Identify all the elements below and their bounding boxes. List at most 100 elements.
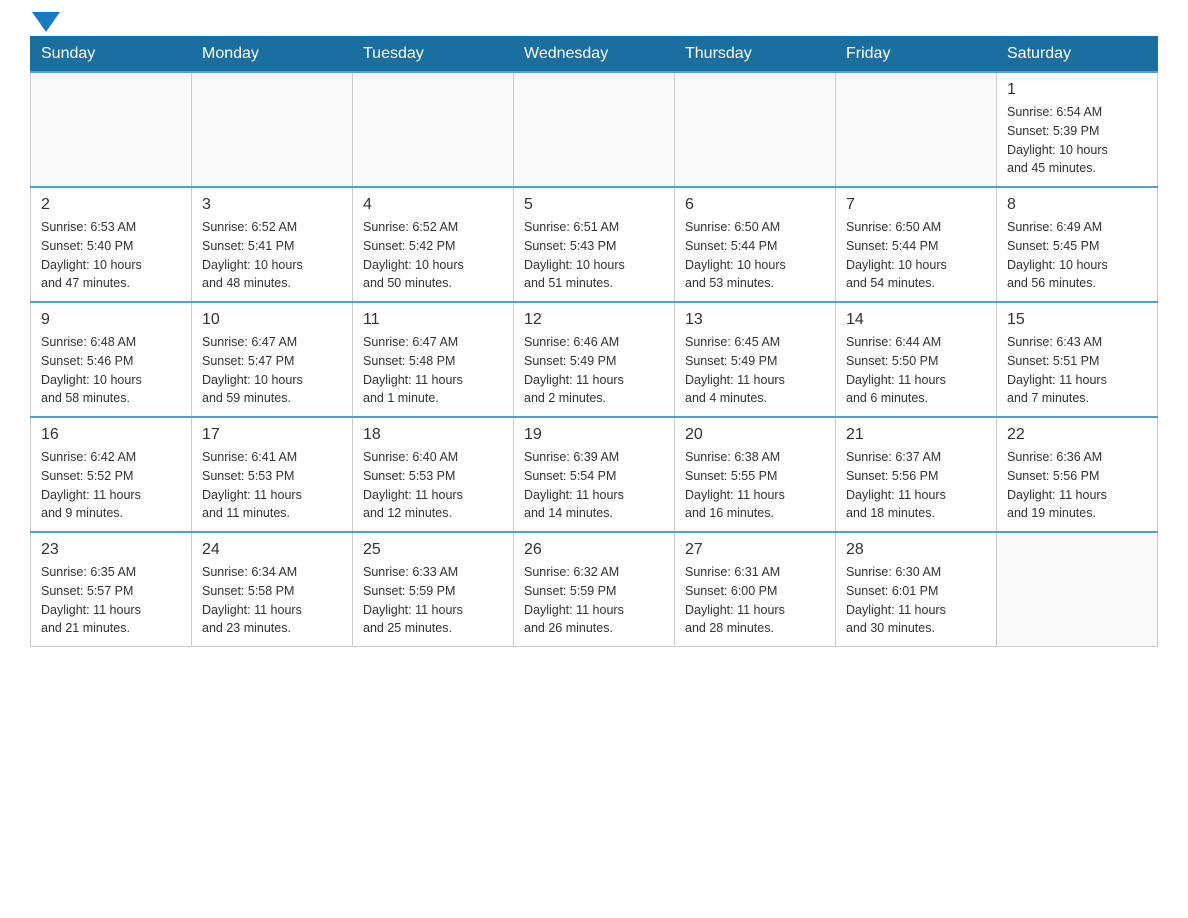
day-info: Sunrise: 6:50 AMSunset: 5:44 PMDaylight:… <box>846 218 986 293</box>
calendar-cell <box>836 72 997 187</box>
day-info: Sunrise: 6:51 AMSunset: 5:43 PMDaylight:… <box>524 218 664 293</box>
day-info: Sunrise: 6:38 AMSunset: 5:55 PMDaylight:… <box>685 448 825 523</box>
day-number: 13 <box>685 311 825 329</box>
calendar-cell: 14 Sunrise: 6:44 AMSunset: 5:50 PMDayligh… <box>836 302 997 417</box>
day-info: Sunrise: 6:54 AMSunset: 5:39 PMDaylight:… <box>1007 103 1147 178</box>
calendar-cell: 25 Sunrise: 6:33 AMSunset: 5:59 PMDayligh… <box>353 532 514 647</box>
day-number: 10 <box>202 311 342 329</box>
calendar-cell: 23 Sunrise: 6:35 AMSunset: 5:57 PMDayligh… <box>31 532 192 647</box>
day-number: 7 <box>846 196 986 214</box>
calendar-cell <box>675 72 836 187</box>
day-info: Sunrise: 6:30 AMSunset: 6:01 PMDaylight:… <box>846 563 986 638</box>
day-info: Sunrise: 6:41 AMSunset: 5:53 PMDaylight:… <box>202 448 342 523</box>
calendar-cell: 21Sunrise: 6:37 AMSunset: 5:56 PMDayligh… <box>836 417 997 532</box>
day-info: Sunrise: 6:46 AMSunset: 5:49 PMDaylight:… <box>524 333 664 408</box>
calendar-table: SundayMondayTuesdayWednesdayThursdayFrid… <box>30 36 1158 647</box>
day-number: 14 <box>846 311 986 329</box>
calendar-cell <box>31 72 192 187</box>
calendar-cell: 10 Sunrise: 6:47 AMSunset: 5:47 PMDayligh… <box>192 302 353 417</box>
day-info: Sunrise: 6:47 AMSunset: 5:47 PMDaylight:… <box>202 333 342 408</box>
day-number: 28 <box>846 541 986 559</box>
calendar-cell: 9 Sunrise: 6:48 AMSunset: 5:46 PMDaylight… <box>31 302 192 417</box>
day-info: Sunrise: 6:44 AMSunset: 5:50 PMDaylight:… <box>846 333 986 408</box>
calendar-cell: 1 Sunrise: 6:54 AMSunset: 5:39 PMDaylight… <box>997 72 1158 187</box>
calendar-cell: 22 Sunrise: 6:36 AMSunset: 5:56 PMDayligh… <box>997 417 1158 532</box>
logo <box>30 20 60 26</box>
calendar-cell: 18 Sunrise: 6:40 AMSunset: 5:53 PMDayligh… <box>353 417 514 532</box>
calendar-cell: 24 Sunrise: 6:34 AMSunset: 5:58 PMDayligh… <box>192 532 353 647</box>
calendar-cell <box>514 72 675 187</box>
calendar-cell: 27Sunrise: 6:31 AMSunset: 6:00 PMDayligh… <box>675 532 836 647</box>
day-number: 12 <box>524 311 664 329</box>
logo-triangle-icon <box>32 12 60 32</box>
day-number: 2 <box>41 196 181 214</box>
day-info: Sunrise: 6:40 AMSunset: 5:53 PMDaylight:… <box>363 448 503 523</box>
weekday-header-thursday: Thursday <box>675 37 836 73</box>
weekday-header-friday: Friday <box>836 37 997 73</box>
calendar-week-row: 23 Sunrise: 6:35 AMSunset: 5:57 PMDayligh… <box>31 532 1158 647</box>
day-info: Sunrise: 6:36 AMSunset: 5:56 PMDaylight:… <box>1007 448 1147 523</box>
day-number: 18 <box>363 426 503 444</box>
calendar-cell: 11Sunrise: 6:47 AMSunset: 5:48 PMDayligh… <box>353 302 514 417</box>
day-info: Sunrise: 6:52 AMSunset: 5:42 PMDaylight:… <box>363 218 503 293</box>
day-info: Sunrise: 6:43 AMSunset: 5:51 PMDaylight:… <box>1007 333 1147 408</box>
day-number: 26 <box>524 541 664 559</box>
weekday-header-wednesday: Wednesday <box>514 37 675 73</box>
day-info: Sunrise: 6:53 AMSunset: 5:40 PMDaylight:… <box>41 218 181 293</box>
day-number: 3 <box>202 196 342 214</box>
day-info: Sunrise: 6:52 AMSunset: 5:41 PMDaylight:… <box>202 218 342 293</box>
day-info: Sunrise: 6:32 AMSunset: 5:59 PMDaylight:… <box>524 563 664 638</box>
calendar-cell: 4 Sunrise: 6:52 AMSunset: 5:42 PMDaylight… <box>353 187 514 302</box>
day-number: 23 <box>41 541 181 559</box>
calendar-week-row: 2 Sunrise: 6:53 AMSunset: 5:40 PMDaylight… <box>31 187 1158 302</box>
calendar-cell: 12 Sunrise: 6:46 AMSunset: 5:49 PMDayligh… <box>514 302 675 417</box>
calendar-cell: 28 Sunrise: 6:30 AMSunset: 6:01 PMDayligh… <box>836 532 997 647</box>
day-info: Sunrise: 6:45 AMSunset: 5:49 PMDaylight:… <box>685 333 825 408</box>
day-number: 9 <box>41 311 181 329</box>
day-info: Sunrise: 6:47 AMSunset: 5:48 PMDaylight:… <box>363 333 503 408</box>
calendar-week-row: 9 Sunrise: 6:48 AMSunset: 5:46 PMDaylight… <box>31 302 1158 417</box>
weekday-header-row: SundayMondayTuesdayWednesdayThursdayFrid… <box>31 37 1158 73</box>
calendar-cell: 17 Sunrise: 6:41 AMSunset: 5:53 PMDayligh… <box>192 417 353 532</box>
weekday-header-sunday: Sunday <box>31 37 192 73</box>
calendar-cell: 16Sunrise: 6:42 AMSunset: 5:52 PMDayligh… <box>31 417 192 532</box>
day-number: 6 <box>685 196 825 214</box>
weekday-header-tuesday: Tuesday <box>353 37 514 73</box>
day-info: Sunrise: 6:39 AMSunset: 5:54 PMDaylight:… <box>524 448 664 523</box>
calendar-cell <box>192 72 353 187</box>
calendar-cell: 19 Sunrise: 6:39 AMSunset: 5:54 PMDayligh… <box>514 417 675 532</box>
day-number: 19 <box>524 426 664 444</box>
day-info: Sunrise: 6:34 AMSunset: 5:58 PMDaylight:… <box>202 563 342 638</box>
day-info: Sunrise: 6:35 AMSunset: 5:57 PMDaylight:… <box>41 563 181 638</box>
calendar-cell: 26 Sunrise: 6:32 AMSunset: 5:59 PMDayligh… <box>514 532 675 647</box>
calendar-cell <box>353 72 514 187</box>
calendar-cell: 7 Sunrise: 6:50 AMSunset: 5:44 PMDaylight… <box>836 187 997 302</box>
calendar-cell: 3 Sunrise: 6:52 AMSunset: 5:41 PMDaylight… <box>192 187 353 302</box>
calendar-cell: 20 Sunrise: 6:38 AMSunset: 5:55 PMDayligh… <box>675 417 836 532</box>
day-info: Sunrise: 6:42 AMSunset: 5:52 PMDaylight:… <box>41 448 181 523</box>
page-header <box>30 20 1158 26</box>
calendar-cell: 6 Sunrise: 6:50 AMSunset: 5:44 PMDaylight… <box>675 187 836 302</box>
day-info: Sunrise: 6:33 AMSunset: 5:59 PMDaylight:… <box>363 563 503 638</box>
weekday-header-saturday: Saturday <box>997 37 1158 73</box>
calendar-cell: 8 Sunrise: 6:49 AMSunset: 5:45 PMDaylight… <box>997 187 1158 302</box>
day-number: 4 <box>363 196 503 214</box>
day-number: 20 <box>685 426 825 444</box>
day-info: Sunrise: 6:49 AMSunset: 5:45 PMDaylight:… <box>1007 218 1147 293</box>
day-number: 1 <box>1007 81 1147 99</box>
calendar-cell: 5 Sunrise: 6:51 AMSunset: 5:43 PMDaylight… <box>514 187 675 302</box>
day-number: 24 <box>202 541 342 559</box>
day-number: 5 <box>524 196 664 214</box>
day-number: 15 <box>1007 311 1147 329</box>
day-number: 8 <box>1007 196 1147 214</box>
day-info: Sunrise: 6:50 AMSunset: 5:44 PMDaylight:… <box>685 218 825 293</box>
day-number: 22 <box>1007 426 1147 444</box>
day-info: Sunrise: 6:48 AMSunset: 5:46 PMDaylight:… <box>41 333 181 408</box>
calendar-week-row: 1 Sunrise: 6:54 AMSunset: 5:39 PMDaylight… <box>31 72 1158 187</box>
day-number: 17 <box>202 426 342 444</box>
calendar-cell: 13 Sunrise: 6:45 AMSunset: 5:49 PMDayligh… <box>675 302 836 417</box>
day-info: Sunrise: 6:37 AMSunset: 5:56 PMDaylight:… <box>846 448 986 523</box>
day-number: 25 <box>363 541 503 559</box>
calendar-cell <box>997 532 1158 647</box>
calendar-week-row: 16Sunrise: 6:42 AMSunset: 5:52 PMDayligh… <box>31 417 1158 532</box>
